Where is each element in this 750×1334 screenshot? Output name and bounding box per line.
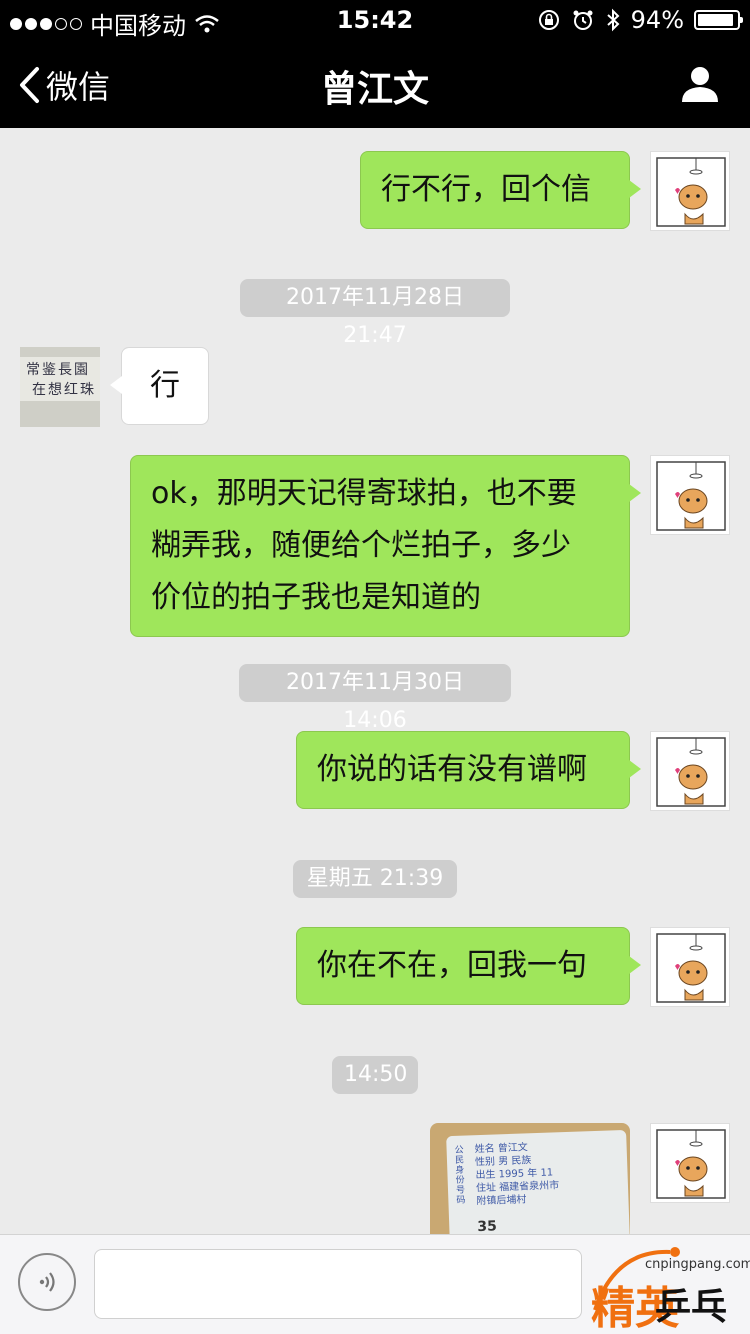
site-watermark: cnpingpang.com 精英 乒乓网 <box>585 1230 750 1334</box>
watermark-brand-b: 乒乓网 <box>655 1287 728 1328</box>
cartoon-dog-avatar-icon <box>656 1129 726 1199</box>
message-text-line: ok，那明天记得寄球拍，也不要 <box>151 476 577 511</box>
message-timestamp: 2017年11月28日 21:47 <box>240 279 510 348</box>
alarm-icon <box>573 10 593 30</box>
rotation-lock-icon <box>538 10 559 30</box>
id-card-row: 附镇后埔村 <box>476 1194 527 1208</box>
cartoon-dog-avatar-icon <box>656 737 726 807</box>
message-text-line: 糊弄我，随便给个烂拍子，多少 <box>151 528 571 563</box>
id-card-photo: 公民身份号码 姓名 曾江文 性别 男 民族 出生 1995 年 11 住址 福建… <box>446 1129 630 1234</box>
battery-percent: 94% <box>630 6 684 34</box>
image-message[interactable]: 公民身份号码 姓名 曾江文 性别 男 民族 出生 1995 年 11 住址 福建… <box>430 1123 630 1234</box>
outgoing-message[interactable]: 行不行，回个信 <box>360 151 641 229</box>
watermark-url: cnpingpang.com <box>645 1257 750 1272</box>
cartoon-dog-avatar-icon <box>656 461 726 531</box>
message-text: 行不行，回个信 <box>381 172 591 207</box>
battery-icon <box>694 10 743 30</box>
voice-icon <box>39 1272 55 1292</box>
message-timestamp: 2017年11月30日 14:06 <box>239 664 511 733</box>
my-avatar[interactable] <box>650 927 730 1007</box>
id-card-side-label: 公民身份号码 <box>454 1145 466 1206</box>
status-bar: 中国移动 15:42 94% <box>0 0 750 40</box>
message-timestamp: 14:50 <box>332 1056 418 1094</box>
my-avatar[interactable] <box>650 455 730 535</box>
nav-bar: 微信 曾江文 <box>0 40 750 128</box>
cartoon-dog-avatar-icon <box>656 157 726 227</box>
message-input[interactable] <box>94 1249 582 1319</box>
chat-title: 曾江文 <box>320 69 429 110</box>
message-text: 行 <box>150 368 180 403</box>
message-text: 你说的话有没有谱啊 <box>317 752 587 787</box>
chat-list[interactable]: 行不行，回个信 2017年11月28日 21:47 常鉴長園 在想红珠 行 ok… <box>0 128 750 1234</box>
contact-info-button[interactable] <box>680 64 720 108</box>
message-timestamp: 星期五 21:39 <box>293 860 457 898</box>
voice-input-button[interactable] <box>18 1253 76 1311</box>
message-text-line: 价位的拍子我也是知道的 <box>151 580 481 615</box>
cartoon-dog-avatar-icon <box>656 933 726 1003</box>
outgoing-message[interactable]: ok，那明天记得寄球拍，也不要 糊弄我，随便给个烂拍子，多少 价位的拍子我也是知… <box>130 455 641 637</box>
avatar-calligraphy-line2: 在想红珠 <box>32 382 96 398</box>
my-avatar[interactable] <box>650 731 730 811</box>
bluetooth-icon <box>606 8 620 32</box>
message-text: 你在不在，回我一句 <box>317 948 587 983</box>
outgoing-message[interactable]: 你说的话有没有谱啊 <box>296 731 641 809</box>
avatar-calligraphy-line1: 常鉴長園 <box>26 362 90 378</box>
id-card-number: 35 <box>477 1218 498 1234</box>
incoming-message[interactable]: 行 <box>110 347 209 425</box>
contact-avatar[interactable]: 常鉴長園 在想红珠 <box>20 347 100 427</box>
my-avatar[interactable] <box>650 151 730 231</box>
my-avatar[interactable] <box>650 1123 730 1203</box>
outgoing-message[interactable]: 你在不在，回我一句 <box>296 927 641 1005</box>
person-icon <box>682 67 718 102</box>
